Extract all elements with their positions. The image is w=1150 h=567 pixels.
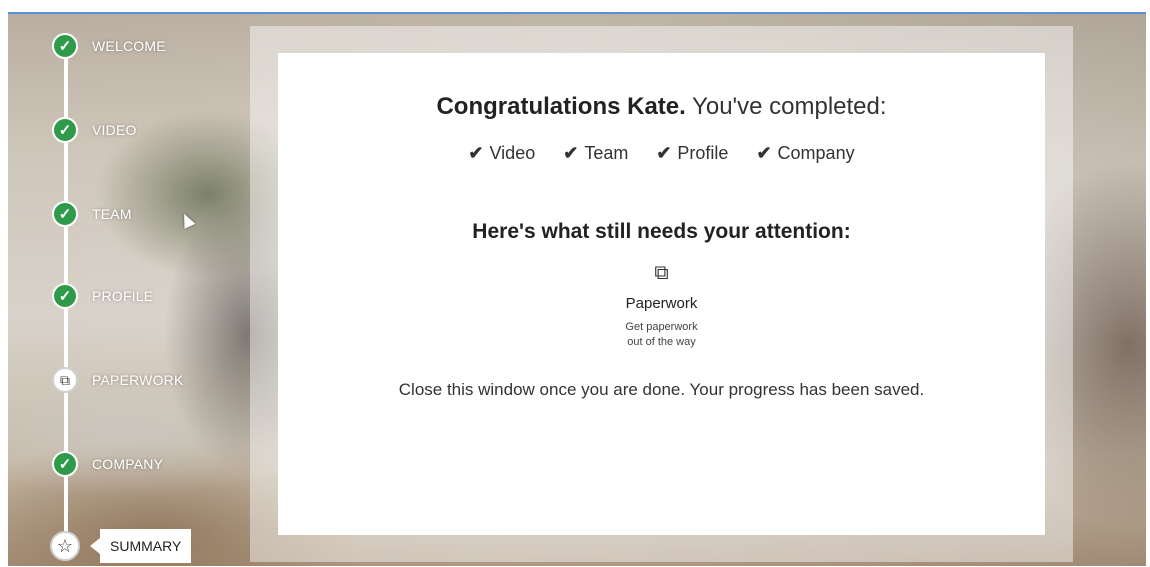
step-label: WELCOME	[92, 38, 166, 54]
task-description-line: out of the way	[627, 336, 696, 348]
step-label: COMPANY	[92, 456, 164, 472]
step-summary[interactable]: ☆	[50, 531, 80, 561]
task-paperwork[interactable]: ⧉ Paperwork Get paperwork out of the way	[278, 262, 1045, 350]
footer-message: Close this window once you are done. You…	[398, 380, 925, 399]
step-team[interactable]: ✓ TEAM	[52, 200, 132, 228]
completed-item: ✔ Company	[756, 143, 854, 164]
congratulations-heading: Congratulations Kate. You've completed:	[278, 93, 1045, 121]
documents-icon: ⧉	[654, 262, 669, 284]
task-description-line: Get paperwork	[625, 321, 698, 333]
check-icon: ✔	[656, 143, 672, 163]
check-icon: ✓	[52, 451, 78, 477]
step-label: PAPERWORK	[92, 372, 184, 388]
check-icon: ✔	[563, 143, 579, 163]
completed-item-label: Profile	[677, 143, 729, 163]
completed-item-label: Team	[584, 143, 629, 163]
check-icon: ✓	[52, 283, 78, 309]
task-name: Paperwork	[625, 295, 698, 312]
completed-item-label: Video	[489, 143, 536, 163]
summary-tooltip: SUMMARY	[89, 529, 192, 563]
heading-rest: You've completed:	[685, 93, 887, 120]
check-icon: ✓	[52, 201, 78, 227]
task-description: Get paperwork out of the way	[617, 320, 707, 350]
completed-list: ✔ Video ✔ Team ✔ Profile ✔ Company	[278, 143, 1045, 164]
step-profile[interactable]: ✓ PROFILE	[52, 282, 153, 310]
attention-heading: Here's what still needs your attention:	[472, 220, 851, 243]
step-video[interactable]: ✓ VIDEO	[52, 116, 137, 144]
step-paperwork[interactable]: ⧉ PAPERWORK	[52, 366, 184, 394]
step-company[interactable]: ✓ COMPANY	[52, 450, 163, 478]
completed-item: ✔ Profile	[656, 143, 728, 164]
documents-icon: ⧉	[52, 367, 78, 393]
step-label: TEAM	[92, 206, 132, 222]
summary-panel: Congratulations Kate. You've completed: …	[278, 53, 1045, 535]
completed-item: ✔ Video	[468, 143, 535, 164]
completed-item-label: Company	[777, 143, 855, 163]
completed-item: ✔ Team	[563, 143, 628, 164]
check-icon: ✔	[756, 143, 772, 163]
step-label: PROFILE	[92, 288, 154, 304]
check-icon: ✓	[52, 117, 78, 143]
heading-name: Congratulations Kate.	[436, 93, 686, 120]
check-icon: ✓	[52, 33, 78, 59]
check-icon: ✔	[468, 143, 484, 163]
step-label: VIDEO	[92, 122, 137, 138]
step-welcome[interactable]: ✓ WELCOME	[52, 32, 166, 60]
star-icon: ☆	[50, 531, 80, 561]
